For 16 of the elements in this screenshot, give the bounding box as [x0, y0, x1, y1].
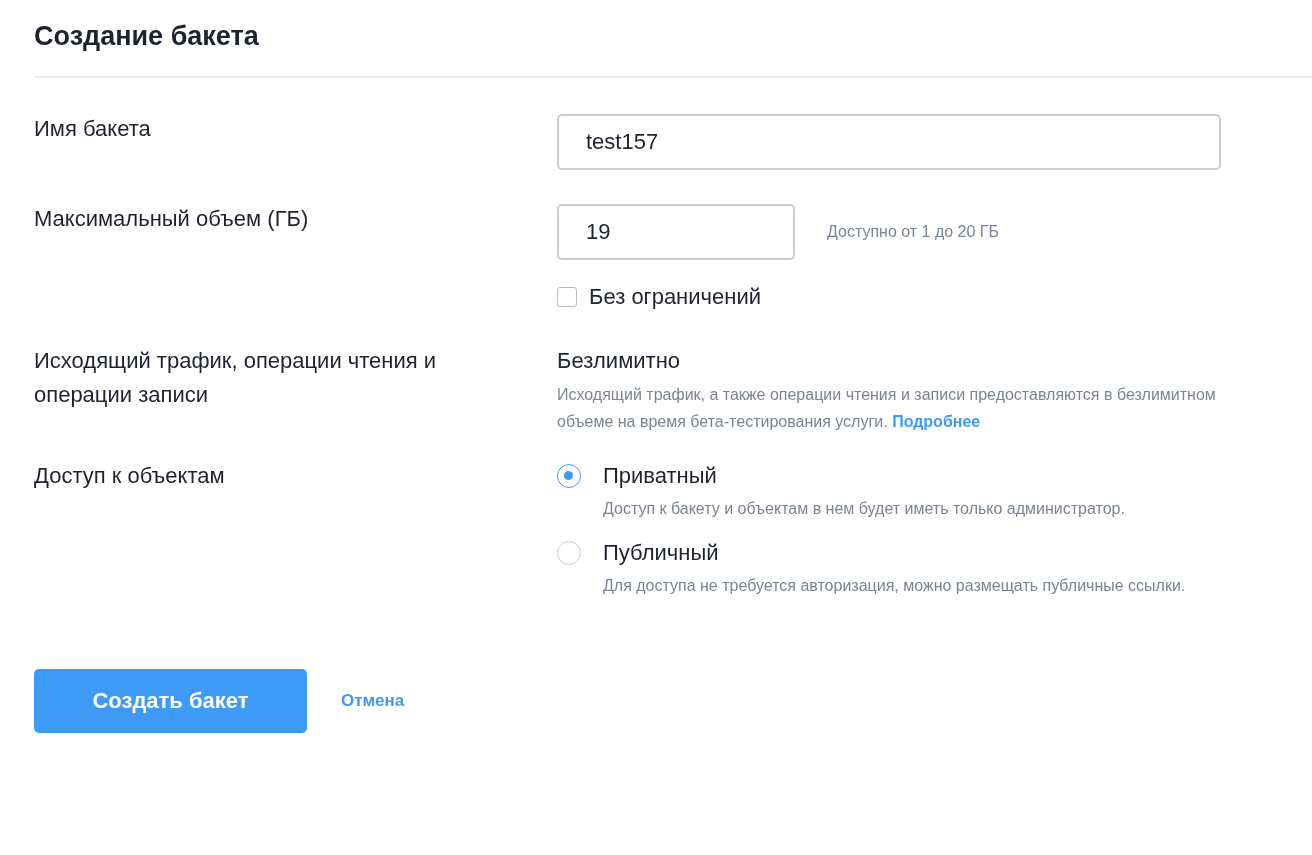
field-label: Доступ к объектам — [34, 462, 226, 490]
bucket-name-field[interactable]: test157 — [557, 114, 1221, 170]
radio-label[interactable]: Приватный — [603, 459, 717, 493]
field-label: Имя бакета — [34, 115, 152, 143]
volume-field[interactable]: 19 — [557, 204, 795, 260]
radio-label[interactable]: Публичный — [603, 536, 719, 570]
page-title: Создание бакета — [34, 20, 260, 53]
checkbox[interactable] — [557, 287, 577, 307]
volume-hint: Доступно от 1 до 20 ГБ — [827, 223, 999, 241]
option-description: Для доступа не требуется авторизация, можно размещать публичные ссылки. — [603, 576, 1187, 596]
traffic-value: Безлимитно — [557, 347, 682, 375]
option-description: Доступ к бакету и объектам в нем будет иметь только администратор. — [603, 499, 1126, 519]
field-label: Исходящий трафик, операции чтения и операции записи — [34, 347, 438, 409]
field-label: Максимальный объем (ГБ) — [34, 205, 310, 233]
traffic-description: Исходящий трафик, а также операции чтения и записи предоставляются в безлимитном объеме на время бета-тестирования услуги. Подробнее — [557, 385, 1217, 432]
checkbox-label[interactable]: Без ограничений — [589, 284, 761, 310]
